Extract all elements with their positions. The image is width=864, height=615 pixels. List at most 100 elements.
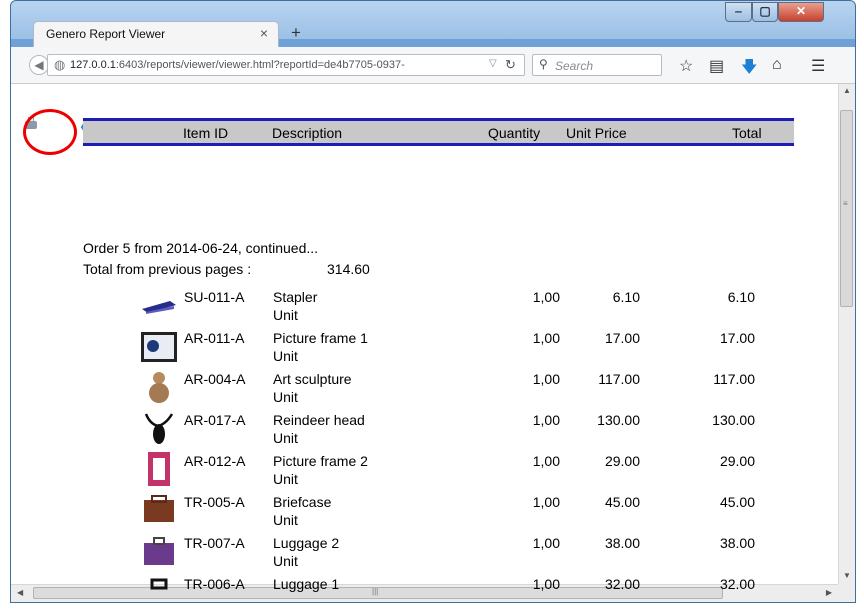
table-row: AR-011-A Picture frame 1 1,00 17.00 17.00 Uni… — [0, 328, 827, 369]
art-sculpture-thumbnail — [138, 369, 180, 405]
table-row: AR-012-A Picture frame 2 1,00 29.00 29.00 Uni… — [0, 451, 827, 492]
item-unit-price: 117.00 — [598, 371, 640, 387]
item-quantity: 1,00 — [532, 289, 560, 305]
bookmark-star-icon[interactable]: ☆ — [679, 56, 693, 76]
item-description: Picture frame 1 — [273, 330, 368, 346]
search-placeholder: Search — [555, 59, 594, 73]
header-unit-price: Unit Price — [566, 125, 627, 141]
item-id: AR-017-A — [184, 412, 246, 428]
item-unit: Unit — [273, 512, 298, 528]
item-unit-price: 45.00 — [604, 494, 640, 510]
item-quantity: 1,00 — [532, 576, 560, 592]
item-description: Luggage 1 — [273, 576, 340, 592]
item-id: SU-011-A — [184, 289, 245, 305]
menu-icon[interactable]: ☰ — [811, 56, 825, 76]
picture-frame-1-thumbnail — [138, 328, 180, 364]
item-quantity: 1,00 — [532, 371, 560, 387]
close-window-button[interactable]: ✕ — [778, 2, 824, 22]
title-bar: Genero Report Viewer × + ‒ ▢ ✕ — [11, 1, 855, 47]
item-quantity: 1,00 — [532, 453, 560, 469]
url-host: 127.0.0.1 — [70, 59, 116, 71]
address-bar[interactable]: ◍ 127.0.0.1:6403/reports/viewer/viewer.h… — [47, 54, 525, 76]
minimize-button[interactable]: ‒ — [725, 2, 752, 22]
report-column-header: Item ID Description Quantity Unit Price … — [83, 118, 794, 146]
item-description: Art sculpture — [273, 371, 352, 387]
luggage-2-thumbnail — [138, 533, 180, 569]
table-row: AR-017-A Reindeer head 1,00 130.00 130.00 Uni… — [0, 410, 827, 451]
tab-close-icon[interactable]: × — [260, 25, 268, 41]
item-description: Luggage 2 — [273, 535, 340, 551]
item-id: AR-011-A — [184, 330, 245, 346]
header-total: Total — [732, 125, 762, 141]
item-id: AR-012-A — [184, 453, 246, 469]
vertical-scrollbar[interactable]: ▲ ≡ ▼ — [838, 84, 855, 584]
item-id: TR-006-A — [184, 576, 245, 592]
item-unit-price: 17.00 — [604, 330, 640, 346]
reindeer-head-thumbnail — [138, 410, 180, 446]
item-description: Picture frame 2 — [273, 453, 368, 469]
new-tab-button[interactable]: + — [291, 23, 301, 43]
scrollbar-corner — [838, 584, 855, 602]
item-description: Reindeer head — [273, 412, 365, 428]
scroll-down-icon[interactable]: ▼ — [843, 571, 851, 580]
tab-title: Genero Report Viewer — [46, 27, 166, 41]
home-icon[interactable]: ⌂ — [772, 56, 782, 74]
item-unit-price: 130.00 — [597, 412, 640, 428]
item-total: 29.00 — [719, 453, 755, 469]
search-icon: ⚲ — [539, 57, 548, 71]
item-id: TR-007-A — [184, 535, 245, 551]
order-line: Order 5 from 2014-06-24, continued... — [83, 240, 319, 256]
item-total: 6.10 — [727, 289, 755, 305]
item-description: Stapler — [273, 289, 318, 305]
previous-total-value: 314.60 — [327, 261, 370, 277]
item-id: AR-004-A — [184, 371, 246, 387]
reading-list-icon[interactable]: ▤ — [709, 56, 724, 76]
stapler-thumbnail — [138, 287, 180, 323]
item-quantity: 1,00 — [532, 535, 560, 551]
item-unit: Unit — [273, 307, 298, 323]
table-row: TR-007-A Luggage 2 1,00 38.00 38.00 Unit — [0, 533, 827, 574]
item-unit: Unit — [273, 389, 298, 405]
item-unit-price: 38.00 — [604, 535, 640, 551]
tab-genero-report-viewer[interactable]: Genero Report Viewer × — [33, 21, 279, 47]
item-unit: Unit — [273, 430, 298, 446]
item-unit: Unit — [273, 348, 298, 364]
item-unit: Unit — [273, 471, 298, 487]
item-description: Briefcase — [273, 494, 332, 510]
item-total: 32.00 — [719, 576, 755, 592]
navigation-bar: ◀ ◍ 127.0.0.1:6403/reports/viewer/viewer… — [11, 47, 855, 84]
url-text[interactable]: 127.0.0.1:6403/reports/viewer/viewer.htm… — [70, 59, 480, 71]
vertical-scroll-thumb[interactable]: ≡ — [840, 110, 853, 307]
back-icon[interactable]: ◀ — [29, 55, 49, 75]
item-total: 45.00 — [719, 494, 755, 510]
picture-frame-2-thumbnail — [138, 451, 180, 487]
briefcase-thumbnail — [138, 492, 180, 528]
header-description: Description — [272, 125, 343, 141]
item-quantity: 1,00 — [532, 330, 560, 346]
scroll-up-icon[interactable]: ▲ — [843, 86, 851, 95]
highlight-circle — [23, 109, 77, 155]
item-id: TR-005-A — [184, 494, 245, 510]
globe-icon: ◍ — [54, 57, 66, 72]
url-path: :6403/reports/viewer/viewer.html?reportI… — [115, 59, 405, 71]
url-dropdown-icon[interactable]: ▽ — [489, 58, 497, 69]
item-unit-price: 6.10 — [612, 289, 640, 305]
item-quantity: 1,00 — [532, 494, 560, 510]
table-row: SU-011-A Stapler 1,00 6.10 6.10 Unit — [0, 287, 827, 328]
header-quantity: Quantity — [488, 125, 541, 141]
maximize-button[interactable]: ▢ — [752, 2, 778, 22]
download-icon[interactable]: 🡇 — [741, 56, 757, 83]
item-total: 117.00 — [713, 371, 755, 387]
item-unit-price: 32.00 — [604, 576, 640, 592]
item-unit-price: 29.00 — [604, 453, 640, 469]
table-row: TR-006-A Luggage 1 1,00 32.00 32.00 — [0, 574, 827, 615]
reload-icon[interactable]: ↻ — [505, 57, 516, 73]
table-row: AR-004-A Art sculpture 1,00 117.00 117.00 Uni… — [0, 369, 827, 410]
header-item-id: Item ID — [183, 125, 229, 141]
item-quantity: 1,00 — [532, 412, 560, 428]
item-total: 17.00 — [719, 330, 755, 346]
search-input[interactable]: ⚲ Search — [532, 54, 662, 76]
item-total: 38.00 — [719, 535, 755, 551]
item-unit: Unit — [273, 553, 298, 569]
item-total: 130.00 — [712, 412, 755, 428]
